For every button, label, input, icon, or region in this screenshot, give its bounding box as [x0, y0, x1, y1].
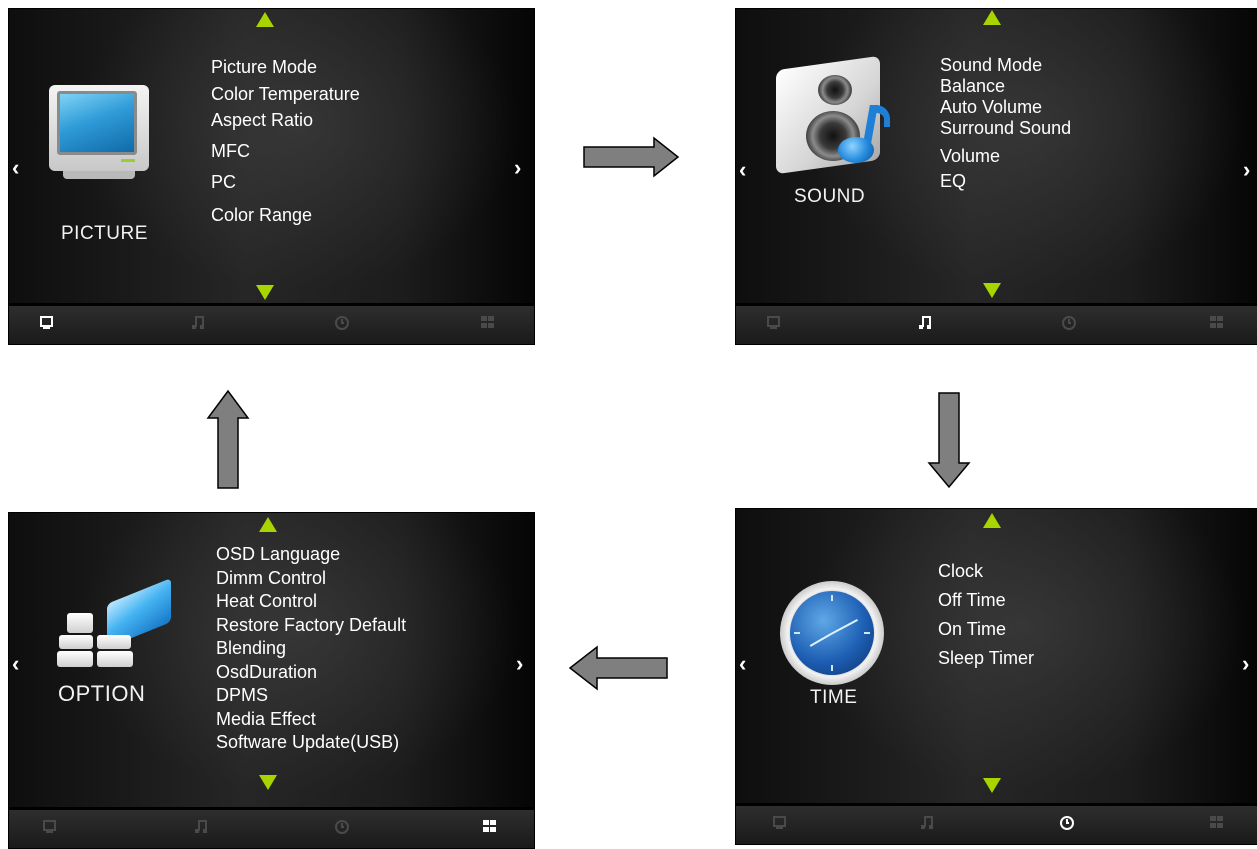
clock-icon[interactable] [335, 316, 349, 330]
option-tiles-icon [53, 571, 177, 675]
menu-item-blending[interactable]: Blending [216, 637, 406, 661]
speaker-music-icon [776, 55, 892, 175]
menu-tab-bar [736, 803, 1257, 844]
flow-arrow-right-icon [583, 136, 680, 178]
music-note-icon[interactable] [919, 316, 933, 330]
scroll-up-icon[interactable] [256, 12, 274, 27]
menu-title: OPTION [58, 681, 146, 706]
menu-item-sleep-timer[interactable]: Sleep Timer [938, 644, 1034, 673]
monitor-icon[interactable] [773, 816, 786, 829]
menu-items: OSD Language Dimm Control Heat Control R… [216, 543, 406, 755]
menu-item-aspect-ratio[interactable]: Aspect Ratio [211, 110, 360, 131]
scroll-down-icon[interactable] [259, 775, 277, 790]
scroll-down-icon[interactable] [983, 283, 1001, 298]
nav-left-arrow-icon[interactable]: ‹ [739, 159, 746, 181]
scroll-down-icon[interactable] [983, 778, 1001, 793]
menu-item-restore-factory-default[interactable]: Restore Factory Default [216, 614, 406, 638]
menu-item-osd-language[interactable]: OSD Language [216, 543, 406, 567]
grid-icon[interactable] [1210, 316, 1224, 329]
menu-items: Sound Mode Balance Auto Volume Surround … [940, 55, 1071, 191]
menu-item-auto-volume[interactable]: Auto Volume [940, 97, 1071, 118]
picture-menu-panel: ‹ › PICTURE Picture Mode Color Temperatu… [8, 8, 535, 345]
grid-icon[interactable] [481, 316, 495, 329]
nav-left-arrow-icon[interactable]: ‹ [12, 653, 19, 675]
nav-right-arrow-icon[interactable]: › [1243, 159, 1250, 181]
sound-menu-panel: ‹ › SOUND Sound Mode Balance Auto Volume… [735, 8, 1257, 345]
menu-items: Picture Mode Color Temperature Aspect Ra… [211, 57, 360, 225]
monitor-icon[interactable] [43, 820, 56, 833]
clock-icon[interactable] [335, 820, 349, 834]
nav-right-arrow-icon[interactable]: › [1242, 653, 1249, 675]
tv-icon [49, 85, 149, 181]
time-menu-panel: ‹ › TIME Clock Off Time On Time Sleep Ti… [735, 508, 1257, 845]
menu-item-volume[interactable]: Volume [940, 146, 1071, 167]
menu-item-heat-control[interactable]: Heat Control [216, 590, 406, 614]
scroll-down-icon[interactable] [256, 285, 274, 300]
monitor-icon[interactable] [767, 316, 780, 329]
menu-item-surround-sound[interactable]: Surround Sound [940, 118, 1071, 139]
menu-item-color-range[interactable]: Color Range [211, 205, 360, 226]
grid-icon[interactable] [483, 820, 497, 833]
menu-item-software-update[interactable]: Software Update(USB) [216, 731, 406, 755]
nav-left-arrow-icon[interactable]: ‹ [739, 653, 746, 675]
nav-left-arrow-icon[interactable]: ‹ [12, 157, 19, 179]
menu-title: TIME [810, 687, 858, 708]
menu-item-off-time[interactable]: Off Time [938, 586, 1034, 615]
music-note-icon[interactable] [192, 316, 206, 330]
flow-arrow-left-icon [568, 645, 668, 691]
grid-icon[interactable] [1210, 816, 1224, 829]
menu-item-pc[interactable]: PC [211, 172, 360, 193]
menu-item-eq[interactable]: EQ [940, 171, 1071, 192]
scroll-up-icon[interactable] [983, 10, 1001, 25]
menu-item-sound-mode[interactable]: Sound Mode [940, 55, 1071, 76]
menu-tab-bar [9, 303, 534, 344]
menu-item-osd-duration[interactable]: OsdDuration [216, 661, 406, 685]
music-note-icon[interactable] [195, 820, 209, 834]
clock-icon [780, 581, 884, 685]
nav-right-arrow-icon[interactable]: › [514, 157, 521, 179]
menu-item-clock[interactable]: Clock [938, 557, 1034, 586]
menu-items: Clock Off Time On Time Sleep Timer [938, 557, 1034, 673]
menu-item-media-effect[interactable]: Media Effect [216, 708, 406, 732]
scroll-up-icon[interactable] [259, 517, 277, 532]
nav-right-arrow-icon[interactable]: › [516, 653, 523, 675]
option-menu-panel: ‹ › OPTION OSD Language Dimm Control Hea… [8, 512, 535, 849]
clock-icon[interactable] [1062, 316, 1076, 330]
music-note-icon[interactable] [921, 816, 935, 830]
menu-item-mfc[interactable]: MFC [211, 141, 360, 162]
menu-title: PICTURE [61, 223, 148, 244]
menu-tab-bar [9, 807, 534, 848]
clock-icon[interactable] [1060, 816, 1074, 830]
menu-tab-bar [736, 303, 1257, 344]
menu-item-balance[interactable]: Balance [940, 76, 1071, 97]
flow-arrow-down-icon [927, 392, 971, 489]
flow-arrow-up-icon [206, 389, 250, 489]
menu-item-dpms[interactable]: DPMS [216, 684, 406, 708]
monitor-icon[interactable] [40, 316, 53, 329]
scroll-up-icon[interactable] [983, 513, 1001, 528]
menu-item-dimm-control[interactable]: Dimm Control [216, 567, 406, 591]
menu-item-on-time[interactable]: On Time [938, 615, 1034, 644]
menu-title: SOUND [794, 186, 866, 207]
menu-item-picture-mode[interactable]: Picture Mode [211, 57, 360, 78]
menu-item-color-temperature[interactable]: Color Temperature [211, 84, 360, 105]
